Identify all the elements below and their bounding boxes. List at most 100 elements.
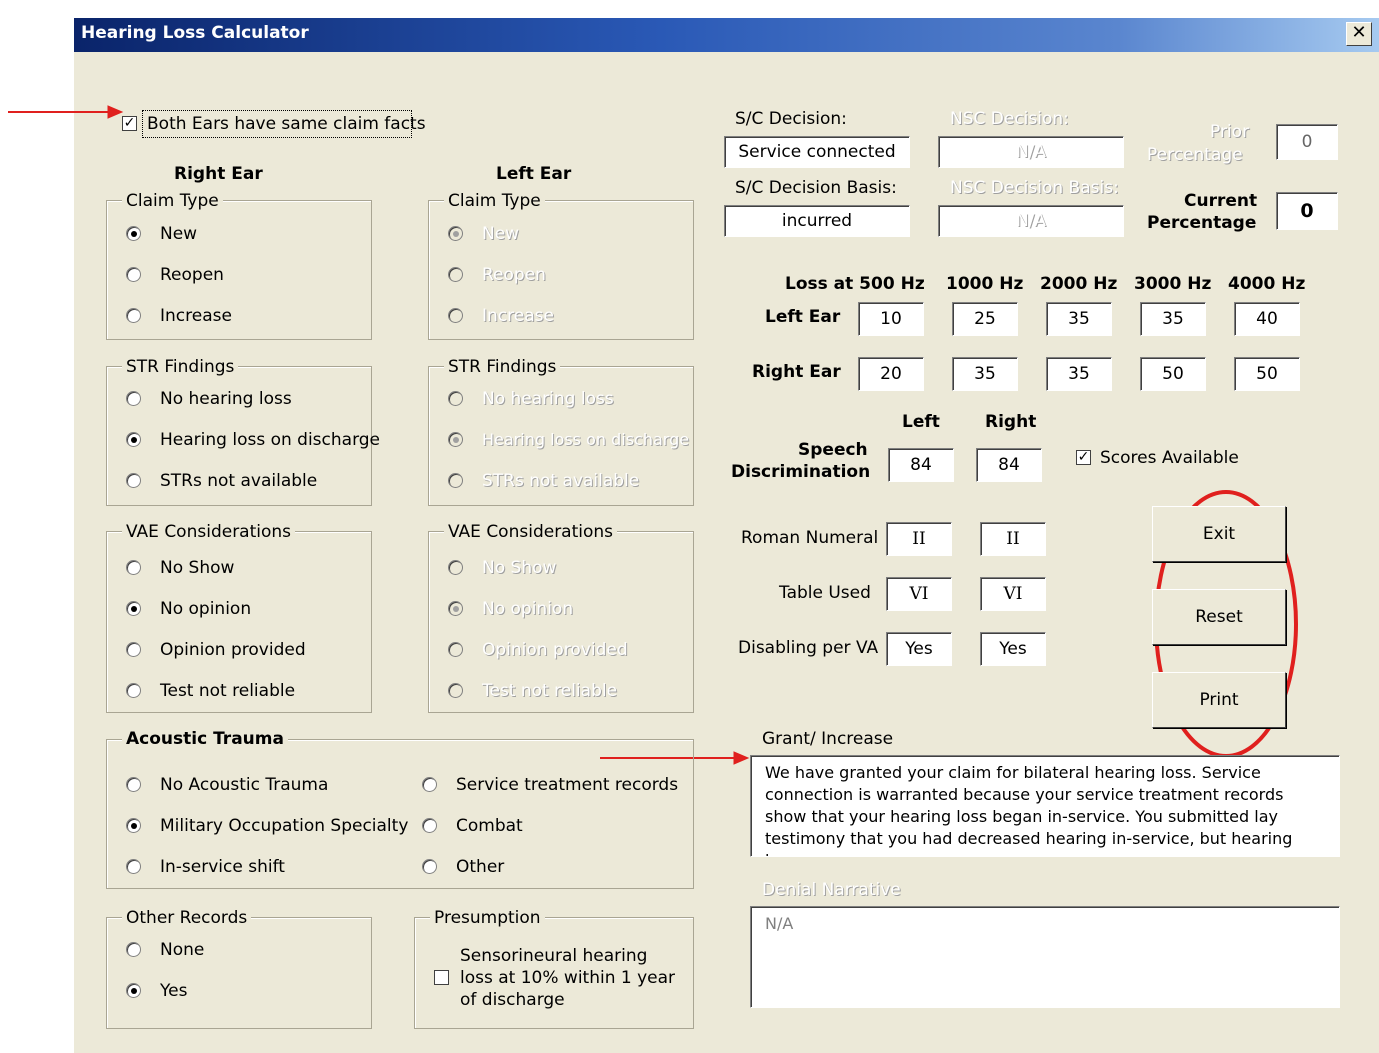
trauma-shift-label: In-service shift [160,857,285,877]
roman-right-field: II [980,522,1046,556]
presumption-legend: Presumption [430,908,545,928]
table-used-label: Table Used [779,583,871,603]
same-facts-label: Both Ears have same claim facts [147,114,426,134]
left-vae-opinion-radio [448,642,463,657]
current-percentage-label-1: Current [1184,191,1258,211]
left-vae-legend: VAE Considerations [444,522,618,542]
left-claim-new-radio [448,226,463,241]
current-percentage-field: 0 [1276,192,1338,230]
trauma-combat-radio[interactable] [422,818,437,833]
left-vae-unreliable-radio [448,683,463,698]
other-records-group [106,917,372,1029]
presumption-line-1: Sensorineural hearing [460,946,648,966]
left-500-field[interactable]: 10 [858,302,924,336]
right-claim-type-group [106,200,372,340]
other-records-legend: Other Records [122,908,252,928]
grant-narrative-textarea[interactable]: We have granted your claim for bilateral… [750,755,1340,857]
left-ear-row-label: Left Ear [765,307,841,327]
other-records-none-radio[interactable] [126,942,141,957]
print-button[interactable]: Print [1152,672,1286,728]
same-facts-checkbox[interactable]: ✓ [122,116,137,131]
roman-left-field: II [886,522,952,556]
freq-4000-header: 4000 Hz [1228,274,1306,294]
annotation-arrow-checkbox [8,105,124,119]
exit-button[interactable]: Exit [1152,506,1286,562]
prior-percentage-label-2: Percentage [1147,145,1243,165]
right-str-no-loss-label: No hearing loss [160,389,292,409]
left-ear-heading: Left Ear [496,164,572,184]
table-right-field: VI [980,577,1046,611]
prior-percentage-field: 0 [1276,124,1338,160]
right-vae-opinion-radio[interactable] [126,642,141,657]
left-1000-field[interactable]: 25 [952,302,1018,336]
right-vae-unreliable-radio[interactable] [126,683,141,698]
right-3000-field[interactable]: 50 [1140,357,1206,391]
presumption-line-2: loss at 10% within 1 year [460,968,676,988]
left-2000-field[interactable]: 35 [1046,302,1112,336]
trauma-none-radio[interactable] [126,777,141,792]
trauma-str-radio[interactable] [422,777,437,792]
right-2000-field[interactable]: 35 [1046,357,1112,391]
left-vae-no-opinion-label: No opinion [482,599,574,619]
left-vae-unreliable-label: Test not reliable [482,681,618,701]
trauma-other-radio[interactable] [422,859,437,874]
right-ear-heading: Right Ear [174,164,263,184]
left-str-na-label: STRs not available [482,471,640,491]
sc-basis-field[interactable]: incurred [724,205,910,237]
speech-left-header: Left [902,412,940,432]
right-vae-no-opinion-radio[interactable] [126,601,141,616]
left-4000-field[interactable]: 40 [1234,302,1300,336]
sc-decision-field[interactable]: Service connected [724,136,910,168]
right-vae-legend: VAE Considerations [122,522,296,542]
right-vae-no-show-radio[interactable] [126,560,141,575]
right-ear-row-label: Right Ear [752,362,841,382]
trauma-combat-label: Combat [456,816,523,836]
right-claim-reopen-radio[interactable] [126,267,141,282]
scores-available-checkbox[interactable]: ✓ [1076,450,1091,465]
left-3000-field[interactable]: 35 [1140,302,1206,336]
right-vae-no-show-label: No Show [160,558,235,578]
trauma-str-label: Service treatment records [456,775,679,795]
presumption-checkbox[interactable] [434,970,449,985]
left-claim-type-legend: Claim Type [444,191,545,211]
right-claim-increase-label: Increase [160,306,232,326]
speech-label-2: Discrimination [731,462,871,482]
right-claim-new-label: New [160,224,198,244]
nsc-basis-field: N/A [938,205,1124,237]
left-vae-opinion-label: Opinion provided [482,640,628,660]
left-claim-reopen-radio [448,267,463,282]
left-str-no-loss-label: No hearing loss [482,389,614,409]
left-claim-new-label: New [482,224,520,244]
left-claim-reopen-label: Reopen [482,265,546,285]
nsc-decision-label: NSC Decision: [950,109,1069,129]
freq-1000-header: 1000 Hz [946,274,1024,294]
trauma-shift-radio[interactable] [126,859,141,874]
right-1000-field[interactable]: 35 [952,357,1018,391]
right-4000-field[interactable]: 50 [1234,357,1300,391]
right-vae-opinion-label: Opinion provided [160,640,306,660]
speech-right-field[interactable]: 84 [976,448,1042,482]
right-str-no-loss-radio[interactable] [126,391,141,406]
trauma-mos-radio[interactable] [126,818,141,833]
left-str-discharge-radio [448,432,463,447]
right-claim-new-radio[interactable] [126,226,141,241]
denial-label: Denial Narrative [762,880,901,900]
right-500-field[interactable]: 20 [858,357,924,391]
disabling-label: Disabling per VA [738,638,879,658]
right-str-discharge-radio[interactable] [126,432,141,447]
speech-left-field[interactable]: 84 [888,448,954,482]
right-str-legend: STR Findings [122,357,239,377]
reset-button[interactable]: Reset [1152,589,1286,645]
roman-numeral-label: Roman Numeral [741,528,879,548]
right-claim-reopen-label: Reopen [160,265,224,285]
nsc-basis-label: NSC Decision Basis: [950,178,1119,198]
right-claim-type-legend: Claim Type [122,191,223,211]
right-claim-increase-radio[interactable] [126,308,141,323]
freq-500-header: Loss at 500 Hz [785,274,925,294]
right-str-na-radio[interactable] [126,473,141,488]
left-vae-no-opinion-radio [448,601,463,616]
right-vae-no-opinion-label: No opinion [160,599,252,619]
trauma-other-label: Other [456,857,505,877]
other-records-yes-radio[interactable] [126,983,141,998]
freq-2000-header: 2000 Hz [1040,274,1118,294]
